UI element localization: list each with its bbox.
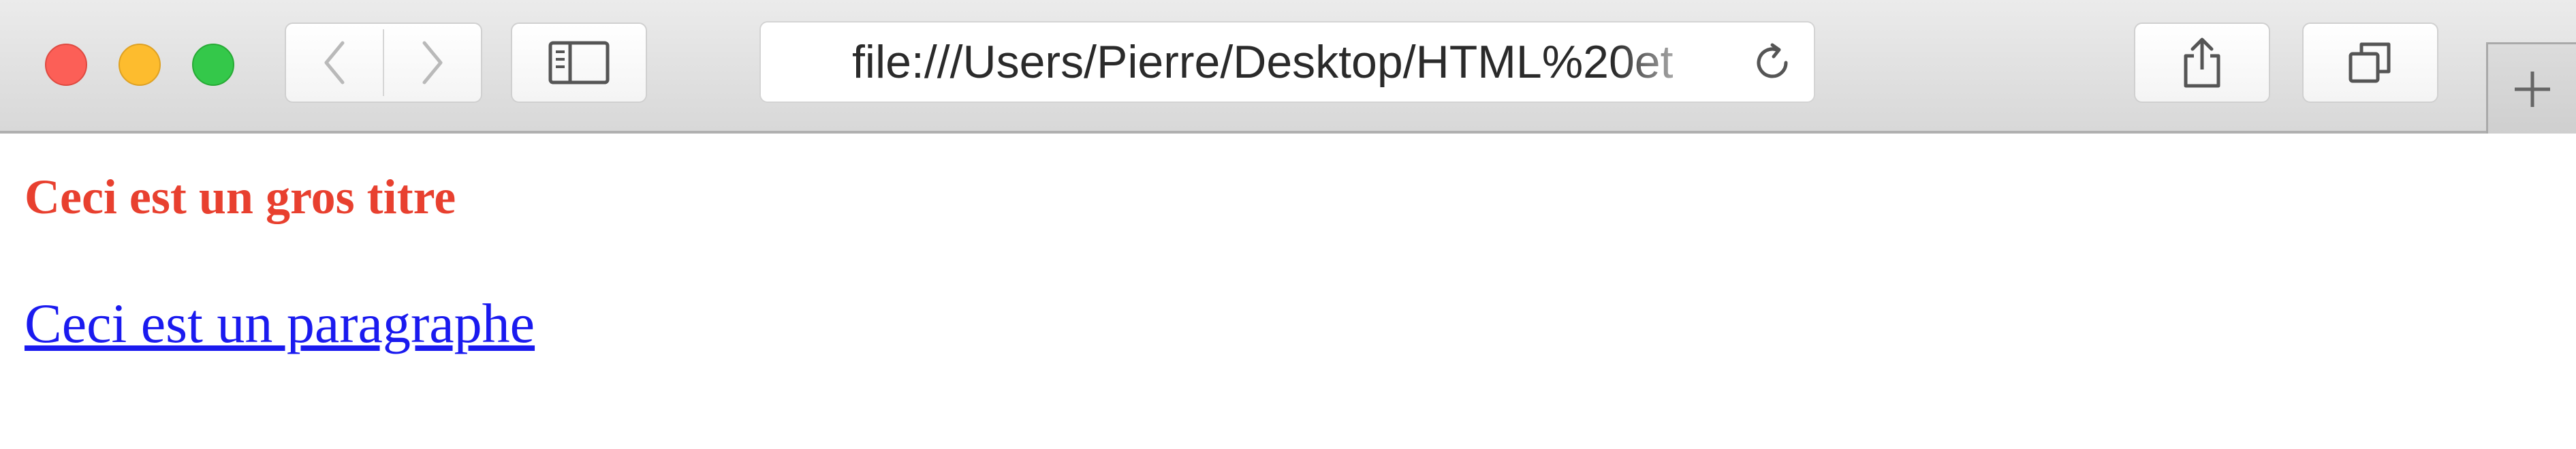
reload-icon (1757, 43, 1788, 78)
back-button[interactable] (286, 24, 383, 102)
tab-overview-icon (2349, 42, 2391, 83)
reload-button[interactable] (1748, 39, 1796, 87)
paragraph-link[interactable]: Ceci est un paragraphe (25, 292, 535, 356)
browser-window: file:///Users/Pierre/Desktop/HTML%20et C… (0, 0, 2576, 449)
minimize-window-button[interactable] (119, 44, 161, 86)
page-content: Ceci est un gros titre Ceci est un parag… (0, 134, 2576, 449)
chevron-right-icon (422, 41, 443, 84)
share-icon (2184, 37, 2220, 88)
address-bar[interactable]: file:///Users/Pierre/Desktop/HTML%20et (759, 21, 1815, 103)
maximize-window-button[interactable] (192, 44, 234, 86)
chevron-left-icon (324, 41, 345, 84)
navigation-buttons (285, 22, 482, 103)
browser-toolbar: file:///Users/Pierre/Desktop/HTML%20et (0, 0, 2576, 134)
plus-icon (2514, 71, 2550, 107)
forward-button[interactable] (384, 24, 481, 102)
close-window-button[interactable] (45, 44, 87, 86)
url-text[interactable]: file:///Users/Pierre/Desktop/HTML%20et (852, 22, 1717, 102)
share-button[interactable] (2134, 22, 2270, 103)
page-heading: Ceci est un gros titre (25, 170, 456, 224)
sidebar-icon (548, 41, 610, 84)
sidebar-button[interactable] (511, 22, 647, 103)
tab-overview-button[interactable] (2302, 22, 2438, 103)
new-tab-button[interactable] (2486, 42, 2576, 134)
